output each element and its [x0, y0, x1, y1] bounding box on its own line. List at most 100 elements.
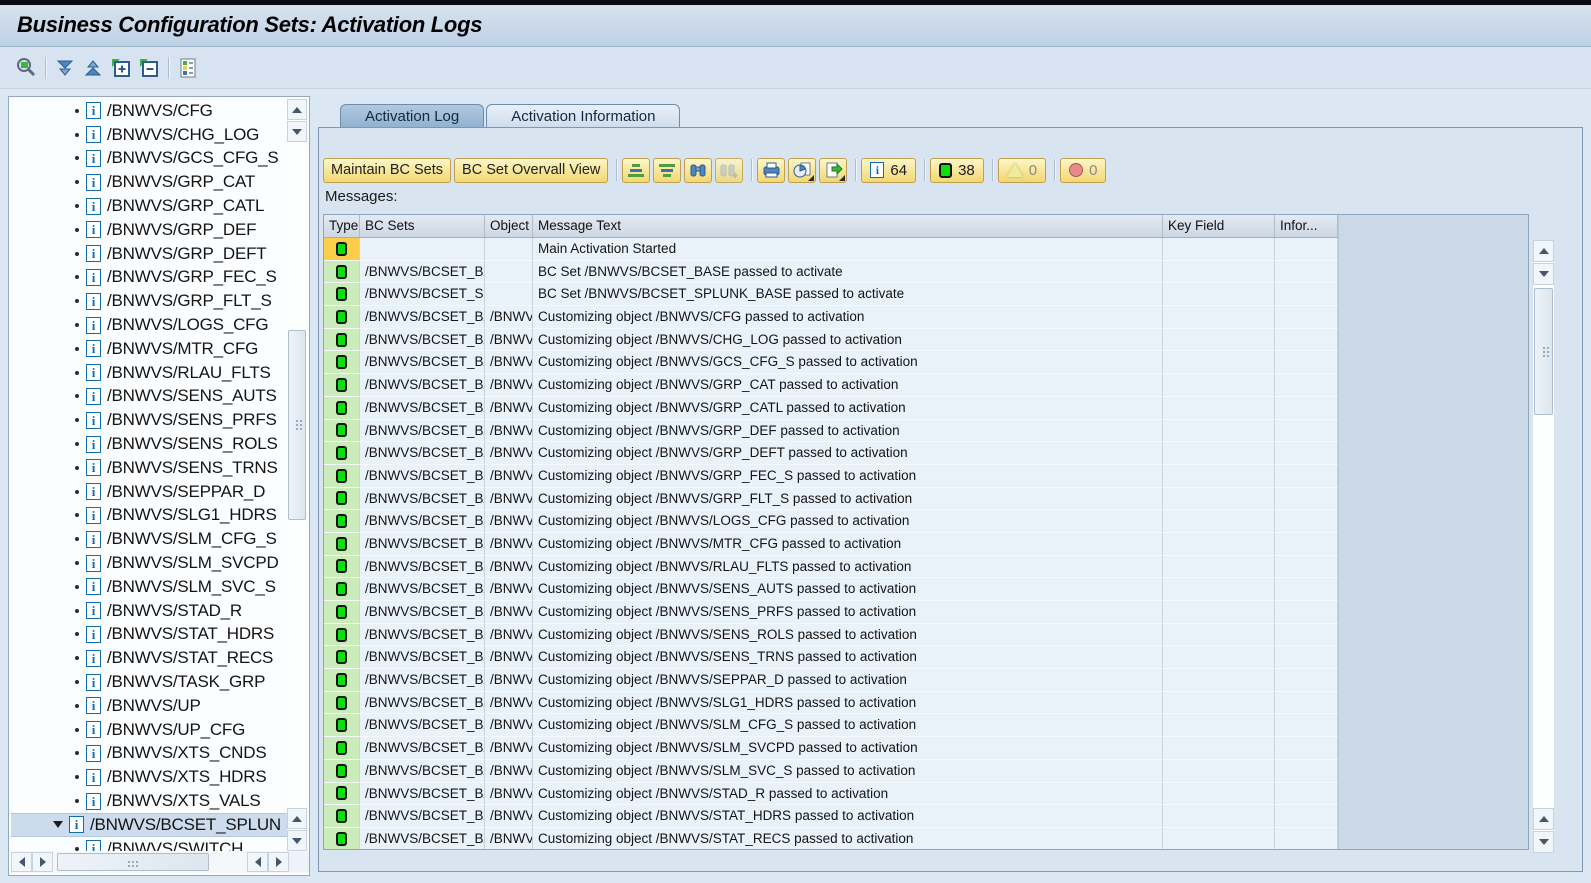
- tree-item[interactable]: i/BNWVS/GRP_CATL: [11, 194, 287, 218]
- tree-item[interactable]: i/BNWVS/MTR_CFG: [11, 337, 287, 361]
- scrollbar-thumb[interactable]: [57, 853, 209, 871]
- expand-node-icon[interactable]: [108, 55, 134, 81]
- table-row[interactable]: /BNWVS/BCSET_BASE/BNWV...Customizing obj…: [324, 805, 1338, 828]
- table-row[interactable]: /BNWVS/BCSET_BASE/BNWV...Customizing obj…: [324, 442, 1338, 465]
- table-row[interactable]: /BNWVS/BCSET_BASE/BNWV...Customizing obj…: [324, 692, 1338, 715]
- column-header-key-field[interactable]: Key Field: [1163, 215, 1275, 237]
- tree-item[interactable]: i/BNWVS/UP: [11, 694, 287, 718]
- scroll-left-button[interactable]: [247, 852, 268, 872]
- error-count-button[interactable]: 0: [1060, 158, 1106, 183]
- type-cell[interactable]: [324, 283, 360, 306]
- info-icon[interactable]: i: [86, 388, 101, 405]
- info-icon[interactable]: i: [86, 650, 101, 667]
- scroll-down-button[interactable]: [1533, 263, 1554, 285]
- export-icon[interactable]: [819, 158, 847, 183]
- success-count-button[interactable]: 38: [930, 158, 984, 183]
- tree-item[interactable]: i/BNWVS/GRP_DEFT: [11, 242, 287, 266]
- scroll-up-button[interactable]: [287, 808, 307, 829]
- info-icon[interactable]: i: [86, 412, 101, 429]
- find-icon[interactable]: [684, 158, 712, 183]
- tree-item[interactable]: i/BNWVS/SEPPAR_D: [11, 480, 287, 504]
- table-row[interactable]: /BNWVS/BCSET_BASE/BNWV...Customizing obj…: [324, 329, 1338, 352]
- table-row[interactable]: /BNWVS/BCSET_BASEBC Set /BNWVS/BCSET_BAS…: [324, 261, 1338, 284]
- table-row[interactable]: /BNWVS/BCSET_BASE/BNWV...Customizing obj…: [324, 578, 1338, 601]
- type-cell[interactable]: [324, 783, 360, 806]
- bc-set-overall-view-button[interactable]: BC Set Overvall View: [454, 158, 608, 183]
- search-icon[interactable]: [13, 55, 39, 81]
- info-icon[interactable]: i: [86, 840, 101, 851]
- collapse-node-icon[interactable]: [136, 55, 162, 81]
- type-cell[interactable]: [324, 737, 360, 760]
- info-icon[interactable]: i: [86, 221, 101, 238]
- table-row[interactable]: /BNWVS/BCSET_BASE/BNWV...Customizing obj…: [324, 624, 1338, 647]
- tree-item[interactable]: i/BNWVS/SENS_AUTS: [11, 385, 287, 409]
- tree-item[interactable]: i/BNWVS/STAT_RECS: [11, 646, 287, 670]
- type-cell[interactable]: [324, 351, 360, 374]
- info-icon[interactable]: i: [86, 436, 101, 453]
- tree-item[interactable]: i/BNWVS/SLM_CFG_S: [11, 527, 287, 551]
- info-count-button[interactable]: i 64: [861, 158, 916, 183]
- tree-item[interactable]: i/BNWVS/GRP_CAT: [11, 170, 287, 194]
- tree-item[interactable]: i/BNWVS/SLG1_HDRS: [11, 504, 287, 528]
- column-header-message-text[interactable]: Message Text: [533, 215, 1163, 237]
- table-row[interactable]: /BNWVS/BCSET_BASE/BNWV...Customizing obj…: [324, 488, 1338, 511]
- tree-item[interactable]: i/BNWVS/SWITCH: [11, 837, 287, 851]
- info-icon[interactable]: i: [86, 126, 101, 143]
- type-cell[interactable]: [324, 714, 360, 737]
- tree-vertical-scrollbar[interactable]: [287, 99, 307, 851]
- info-icon[interactable]: i: [86, 721, 101, 738]
- type-cell[interactable]: [324, 465, 360, 488]
- type-cell[interactable]: [324, 420, 360, 443]
- info-icon[interactable]: i: [86, 697, 101, 714]
- table-row[interactable]: Main Activation Started: [324, 238, 1338, 261]
- tree-item[interactable]: i/BNWVS/UP_CFG: [11, 718, 287, 742]
- table-row[interactable]: /BNWVS/BCSET_BASE/BNWV...Customizing obj…: [324, 510, 1338, 533]
- legend-icon[interactable]: [175, 55, 201, 81]
- type-cell[interactable]: [324, 510, 360, 533]
- type-cell[interactable]: [324, 329, 360, 352]
- table-row[interactable]: /BNWVS/BCSET_BASE/BNWV...Customizing obj…: [324, 397, 1338, 420]
- type-cell[interactable]: [324, 578, 360, 601]
- info-icon[interactable]: i: [86, 626, 101, 643]
- tree-item[interactable]: i/BNWVS/XTS_HDRS: [11, 765, 287, 789]
- scroll-left-button[interactable]: [11, 852, 32, 872]
- info-icon[interactable]: i: [86, 245, 101, 262]
- table-row[interactable]: /BNWVS/BCSET_BASE/BNWV...Customizing obj…: [324, 783, 1338, 806]
- tree-item[interactable]: i/BNWVS/SENS_PRFS: [11, 408, 287, 432]
- info-icon[interactable]: i: [86, 793, 101, 810]
- type-cell[interactable]: [324, 374, 360, 397]
- type-cell[interactable]: [324, 397, 360, 420]
- table-row[interactable]: /BNWVS/BCSET_BASE/BNWV...Customizing obj…: [324, 374, 1338, 397]
- column-header-bc-sets[interactable]: BC Sets: [360, 215, 485, 237]
- tree-item[interactable]: i/BNWVS/LOGS_CFG: [11, 313, 287, 337]
- tree-item[interactable]: i/BNWVS/SLM_SVC_S: [11, 575, 287, 599]
- sort-descending-icon[interactable]: [653, 158, 681, 183]
- info-icon[interactable]: i: [86, 340, 101, 357]
- scrollbar-thumb[interactable]: [288, 330, 306, 520]
- tree-item[interactable]: i/BNWVS/CFG: [11, 99, 287, 123]
- maintain-bc-sets-button[interactable]: Maintain BC Sets: [323, 158, 451, 183]
- expand-all-icon[interactable]: [52, 55, 78, 81]
- info-icon[interactable]: i: [86, 745, 101, 762]
- info-icon[interactable]: i: [69, 816, 84, 833]
- type-cell[interactable]: [324, 601, 360, 624]
- info-icon[interactable]: i: [86, 459, 101, 476]
- tree-item-selected[interactable]: i/BNWVS/BCSET_SPLUN: [11, 813, 287, 837]
- tree-item[interactable]: i/BNWVS/STAT_HDRS: [11, 623, 287, 647]
- info-icon[interactable]: i: [86, 674, 101, 691]
- info-icon[interactable]: i: [86, 198, 101, 215]
- scroll-up-button[interactable]: [1533, 808, 1554, 830]
- info-icon[interactable]: i: [86, 317, 101, 334]
- type-cell[interactable]: [324, 488, 360, 511]
- info-icon[interactable]: i: [86, 555, 101, 572]
- collapse-all-icon[interactable]: [80, 55, 106, 81]
- type-cell[interactable]: [324, 828, 360, 850]
- type-cell[interactable]: [324, 533, 360, 556]
- tree-item[interactable]: i/BNWVS/SENS_ROLS: [11, 432, 287, 456]
- info-icon[interactable]: i: [86, 364, 101, 381]
- table-row[interactable]: /BNWVS/BCSET_BASE/BNWV...Customizing obj…: [324, 306, 1338, 329]
- column-header-type[interactable]: Type: [324, 215, 360, 237]
- table-row[interactable]: /BNWVS/BCSET_SPL...BC Set /BNWVS/BCSET_S…: [324, 283, 1338, 306]
- tree-item[interactable]: i/BNWVS/XTS_CNDS: [11, 742, 287, 766]
- scroll-down-button[interactable]: [287, 830, 307, 851]
